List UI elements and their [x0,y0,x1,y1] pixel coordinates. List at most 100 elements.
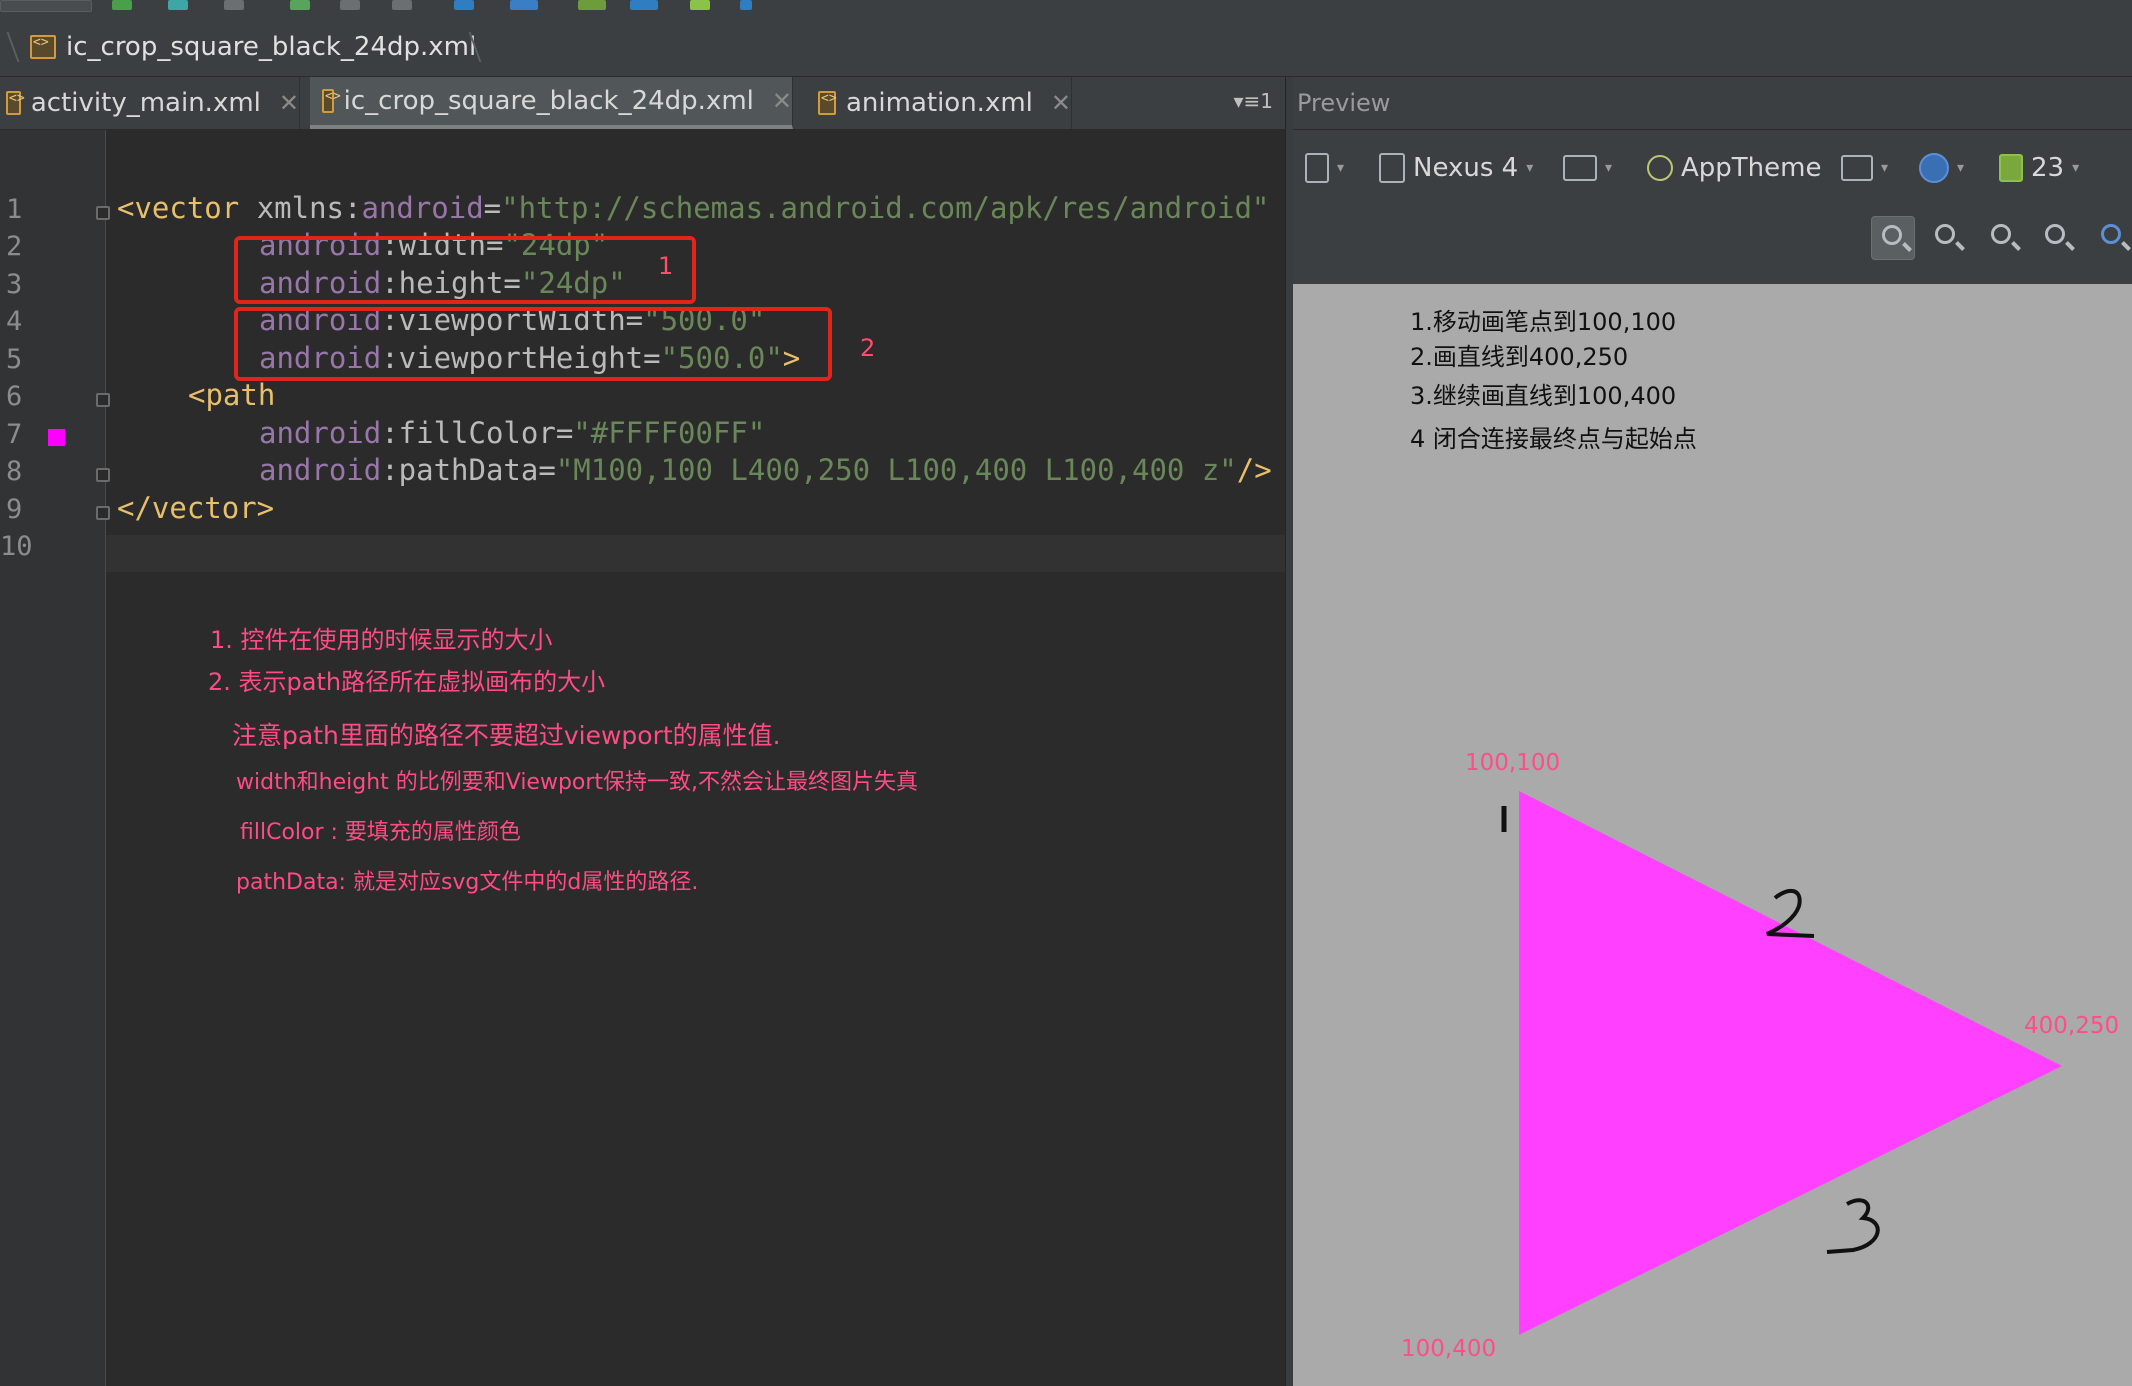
zoom-fit-icon [1882,225,1902,245]
phone-icon [1379,153,1405,183]
breadcrumb-file[interactable]: ic_crop_square_black_24dp.xml [30,30,476,64]
activity-icon [1841,155,1873,181]
fold-marker-icon[interactable] [96,468,110,482]
xml-file-icon [818,91,837,115]
zoom-actual-icon [1935,224,1955,244]
note-5: fillColor : 要填充的属性颜色 [240,820,521,845]
chevron-down-icon: ▾ [1881,160,1889,176]
zoom-out-icon [2045,224,2065,244]
fold-marker-icon[interactable] [96,206,110,220]
line-number: 4 [6,306,23,337]
tab-animation[interactable]: animation.xml ✕ [808,77,1072,129]
tab-ic-crop-square[interactable]: ic_crop_square_black_24dp.xml ✕ [310,77,793,129]
locale-selector[interactable]: ▾ [1919,148,1964,188]
monitor-icon[interactable] [630,0,658,10]
theme-selector[interactable]: AppTheme [1647,148,1821,188]
fold-marker-icon[interactable] [96,506,110,520]
preview-header: Preview [1293,77,2132,130]
highlight-label-1: 1 [658,252,674,280]
zoom-to-fit-button[interactable] [1871,216,1915,260]
line-number: 7 [6,419,23,450]
zoom-actual-button[interactable] [1925,216,1969,260]
xml-file-icon [6,91,25,115]
sdk-manager-icon[interactable] [578,0,606,10]
xml-file-icon [322,89,340,113]
line-number: 9 [6,494,23,525]
debug-icon[interactable] [168,0,188,10]
highlight-box-size [234,236,696,304]
theme-label: AppTheme [1681,153,1822,183]
activity-selector[interactable]: ▾ [1841,148,1888,188]
stop-icon[interactable] [340,0,360,10]
tab-label: activity_main.xml [30,88,261,118]
close-icon[interactable]: ✕ [1051,89,1071,117]
line-number: 1 [6,194,23,225]
handwritten-mark-3 [1826,1198,1880,1254]
orientation-selector[interactable]: ▾ [1563,148,1612,188]
device-frame-icon [1305,153,1329,183]
breadcrumb: ic_crop_square_black_24dp.xml [0,18,2132,77]
tab-activity-main[interactable]: activity_main.xml ✕ [0,77,300,129]
chevron-down-icon: ▾ [2072,160,2080,176]
highlight-label-2: 2 [860,334,876,362]
zoom-out-button[interactable] [2035,216,2079,260]
gradle-sync-icon[interactable] [392,0,412,10]
main-toolbar [0,0,2132,19]
note-1: 1. 控件在使用的时候显示的大小 [210,626,553,654]
zoom-in-button[interactable] [1981,216,2025,260]
current-line-highlight [105,535,1285,572]
fill-color-swatch[interactable] [48,429,65,446]
zoom-toolbar [1293,208,2132,268]
code-line-1: <vector xmlns:android="http://schemas.an… [117,191,1270,225]
breadcrumb-file-label: ic_crop_square_black_24dp.xml [66,32,477,62]
close-icon[interactable]: ✕ [279,89,299,117]
vector-preview [1501,791,2062,1335]
device-selector[interactable]: Nexus 4 ▾ [1379,148,1533,188]
android-icon[interactable] [690,0,710,10]
preview-canvas[interactable]: 1.移动画笔点到100,100 2.画直线到400,250 3.继续画直线到10… [1293,284,2132,1386]
attach-icon[interactable] [290,0,310,10]
app-config-dropdown[interactable] [0,0,92,12]
tab-overflow-menu[interactable]: ▾≡1 [1233,89,1273,113]
coord-label-end: 100,400 [1401,1336,1497,1362]
code-line-9: </vector> [117,491,275,525]
line-number: 6 [6,381,23,412]
profile-icon[interactable] [224,0,244,10]
avd-manager-icon[interactable] [510,0,538,10]
xml-file-icon [30,35,56,59]
design-surface-button[interactable]: ▾ [1305,148,1344,188]
coord-label-mid: 400,250 [2024,1013,2120,1039]
editor-gutter: 1 2 3 4 5 6 7 8 9 10 [0,130,110,1386]
line-number: 5 [6,344,23,375]
line-number: 10 [0,531,33,562]
project-structure-icon[interactable] [454,0,474,10]
close-icon[interactable]: ✕ [772,87,792,115]
zoom-in-icon [1991,224,2011,244]
code-line-8: android:pathData="M100,100 L400,250 L100… [259,453,1272,487]
chevron-down-icon: ▾ [1526,160,1534,176]
note-4: width和height 的比例要和Viewport保持一致,不然会让最终图片失… [236,770,919,795]
highlight-box-viewport [234,307,832,381]
run-icon[interactable] [112,0,132,10]
fold-marker-icon[interactable] [96,393,110,407]
refresh-icon [2101,224,2121,244]
help-icon[interactable] [740,0,752,10]
globe-icon [1919,153,1949,183]
chevron-down-icon: ▾ [1337,160,1345,176]
rotate-device-icon [1563,155,1597,181]
theme-icon [1647,155,1673,181]
triangle-shape [1519,791,2062,1335]
coord-label-start: 100,100 [1465,750,1561,776]
api-level-selector[interactable]: 23 ▾ [1999,148,2079,188]
line-number: 8 [6,456,23,487]
note-6: pathData: 就是对应svg文件中的d属性的路径. [236,870,699,895]
device-label: Nexus 4 [1413,153,1519,183]
api-level-label: 23 [2031,153,2065,183]
note-2: 2. 表示path路径所在虚拟画布的大小 [208,668,606,696]
tab-label: animation.xml [845,88,1033,118]
chevron-down-icon: ▾ [1605,160,1613,176]
refresh-button[interactable] [2093,216,2123,260]
code-line-7: android:fillColor="#FFFF00FF" [259,416,766,450]
editor-tabs: activity_main.xml ✕ ic_crop_square_black… [0,77,1285,130]
preview-title: Preview [1297,89,1391,117]
